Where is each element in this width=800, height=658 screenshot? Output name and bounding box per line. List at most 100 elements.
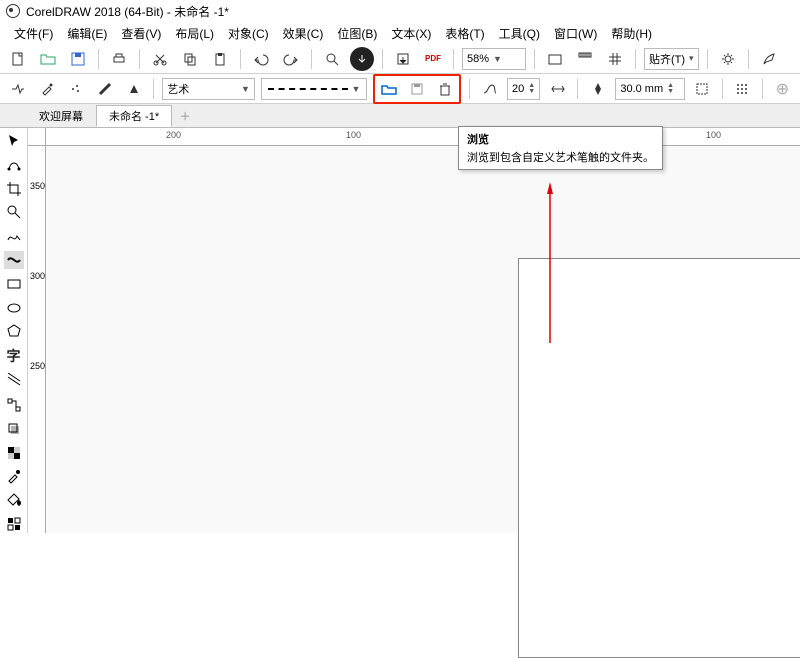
horizontal-ruler[interactable]: 200 100 0 100 [46,128,800,146]
ruler-tick: 100 [346,130,361,140]
document-tab-label: 未命名 -1* [109,108,159,124]
chevron-down-icon: ▼ [352,84,361,94]
separator [240,49,241,69]
brush-preset-icon[interactable] [35,77,58,101]
cut-button[interactable] [148,47,172,71]
import-button[interactable] [350,47,374,71]
new-doc-button[interactable] [6,47,30,71]
smoothing-input[interactable]: 20 ▲▼ [507,78,540,100]
property-bar: 艺术 ▼ ▼ 20 ▲▼ 30.0 mm▲▼ ⊕ [0,74,800,104]
stroke-width-input[interactable]: 30.0 mm▲▼ [615,78,685,100]
menu-bitmap[interactable]: 位图(B) [331,23,383,44]
home-tab[interactable] [0,105,26,127]
rectangle-tool[interactable] [4,275,24,293]
transparency-tool[interactable] [4,444,24,462]
bounding-box-button[interactable] [691,77,714,101]
show-rulers-button[interactable] [573,47,597,71]
menu-object[interactable]: 对象(C) [222,23,275,44]
separator [98,49,99,69]
save-brush-button[interactable] [405,77,429,101]
separator [722,79,723,99]
interactive-fill-tool[interactable] [4,491,24,509]
pick-tool[interactable] [4,132,24,150]
preset-label: 艺术 [167,81,189,97]
nib-icon [586,77,609,101]
ellipse-tool[interactable] [4,299,24,317]
connector-tool[interactable] [4,396,24,414]
standard-toolbar: PDF 58%▼ 贴齐(T)▾ [0,44,800,74]
publish-pdf-button[interactable]: PDF [421,47,445,71]
zoom-tool[interactable] [4,203,24,221]
add-button[interactable]: ⊕ [771,77,794,101]
menu-text[interactable]: 文本(X) [385,23,437,44]
document-tab[interactable]: 未命名 -1* [96,105,172,127]
chevron-down-icon: ▼ [241,84,250,94]
vertical-ruler[interactable]: 350 300 250 [28,146,46,533]
grid-dots-icon[interactable] [731,77,754,101]
undo-button[interactable] [249,47,273,71]
export-button[interactable] [391,47,415,71]
polygon-tool[interactable] [4,323,24,341]
artistic-media-tool[interactable] [4,251,24,269]
ruler-origin[interactable] [28,128,46,146]
zoom-value: 58% [467,53,489,65]
shape-tool[interactable] [4,156,24,174]
browse-button[interactable] [377,77,401,101]
tooltip-title: 浏览 [467,131,654,147]
menu-effects[interactable]: 效果(C) [277,23,330,44]
welcome-tab[interactable]: 欢迎屏幕 [26,105,96,127]
copy-button[interactable] [178,47,202,71]
text-tool[interactable]: 字 [4,346,24,366]
menubar: 文件(F) 编辑(E) 查看(V) 布局(L) 对象(C) 效果(C) 位图(B… [0,22,800,44]
menu-help[interactable]: 帮助(H) [605,23,658,44]
search-button[interactable] [320,47,344,71]
welcome-tab-label: 欢迎屏幕 [39,108,83,124]
preset-combo[interactable]: 艺术 ▼ [162,78,255,100]
ruler-tick: 250 [30,361,45,371]
menu-layout[interactable]: 布局(L) [169,23,220,44]
options-button[interactable] [716,47,740,71]
menu-window[interactable]: 窗口(W) [548,23,603,44]
print-button[interactable] [107,47,131,71]
snap-combo[interactable]: 贴齐(T)▾ [644,48,699,70]
menu-table[interactable]: 表格(T) [439,23,490,44]
fullscreen-button[interactable] [543,47,567,71]
separator [453,49,454,69]
parallel-dim-tool[interactable] [4,372,24,390]
add-tab-button[interactable]: ＋ [172,105,198,127]
zoom-combo[interactable]: 58%▼ [462,48,526,70]
redo-button[interactable] [279,47,303,71]
ruler-tick: 350 [30,181,45,191]
delete-brush-button[interactable] [433,77,457,101]
paste-button[interactable] [208,47,232,71]
drop-shadow-tool[interactable] [4,420,24,438]
stroke-style-combo[interactable]: ▼ [261,78,367,100]
pressure-icon[interactable] [122,77,145,101]
ruler-tick: 100 [706,130,721,140]
open-button[interactable] [36,47,60,71]
sprayer-icon[interactable] [64,77,87,101]
freehand-tool[interactable] [4,227,24,245]
crop-tool[interactable] [4,180,24,198]
spinner-icon[interactable]: ▲▼ [667,83,674,95]
menu-view[interactable]: 查看(V) [115,23,167,44]
separator [762,79,763,99]
snap-label: 贴齐(T) [649,51,685,67]
eyedropper-tool[interactable] [4,468,24,486]
menu-edit[interactable]: 编辑(E) [61,23,113,44]
calligraphic-icon[interactable] [93,77,116,101]
freehand-mode-icon[interactable] [6,77,29,101]
save-button[interactable] [66,47,90,71]
show-grid-button[interactable] [603,47,627,71]
menu-file[interactable]: 文件(F) [8,23,59,44]
separator [382,49,383,69]
canvas-area[interactable]: 200 100 0 100 350 300 250 浏览 浏览到包含自定义艺术笔… [28,128,800,533]
launch-button[interactable] [757,47,781,71]
tooltip-body: 浏览到包含自定义艺术笔触的文件夹。 [467,149,654,165]
smoothing-value: 20 [512,83,524,95]
smart-fill-tool[interactable] [4,515,24,533]
document-tabs: 欢迎屏幕 未命名 -1* ＋ [0,104,800,128]
stroke-scale-icon[interactable] [546,77,569,101]
spinner-icon[interactable]: ▲▼ [528,83,535,95]
menu-tools[interactable]: 工具(Q) [493,23,546,44]
